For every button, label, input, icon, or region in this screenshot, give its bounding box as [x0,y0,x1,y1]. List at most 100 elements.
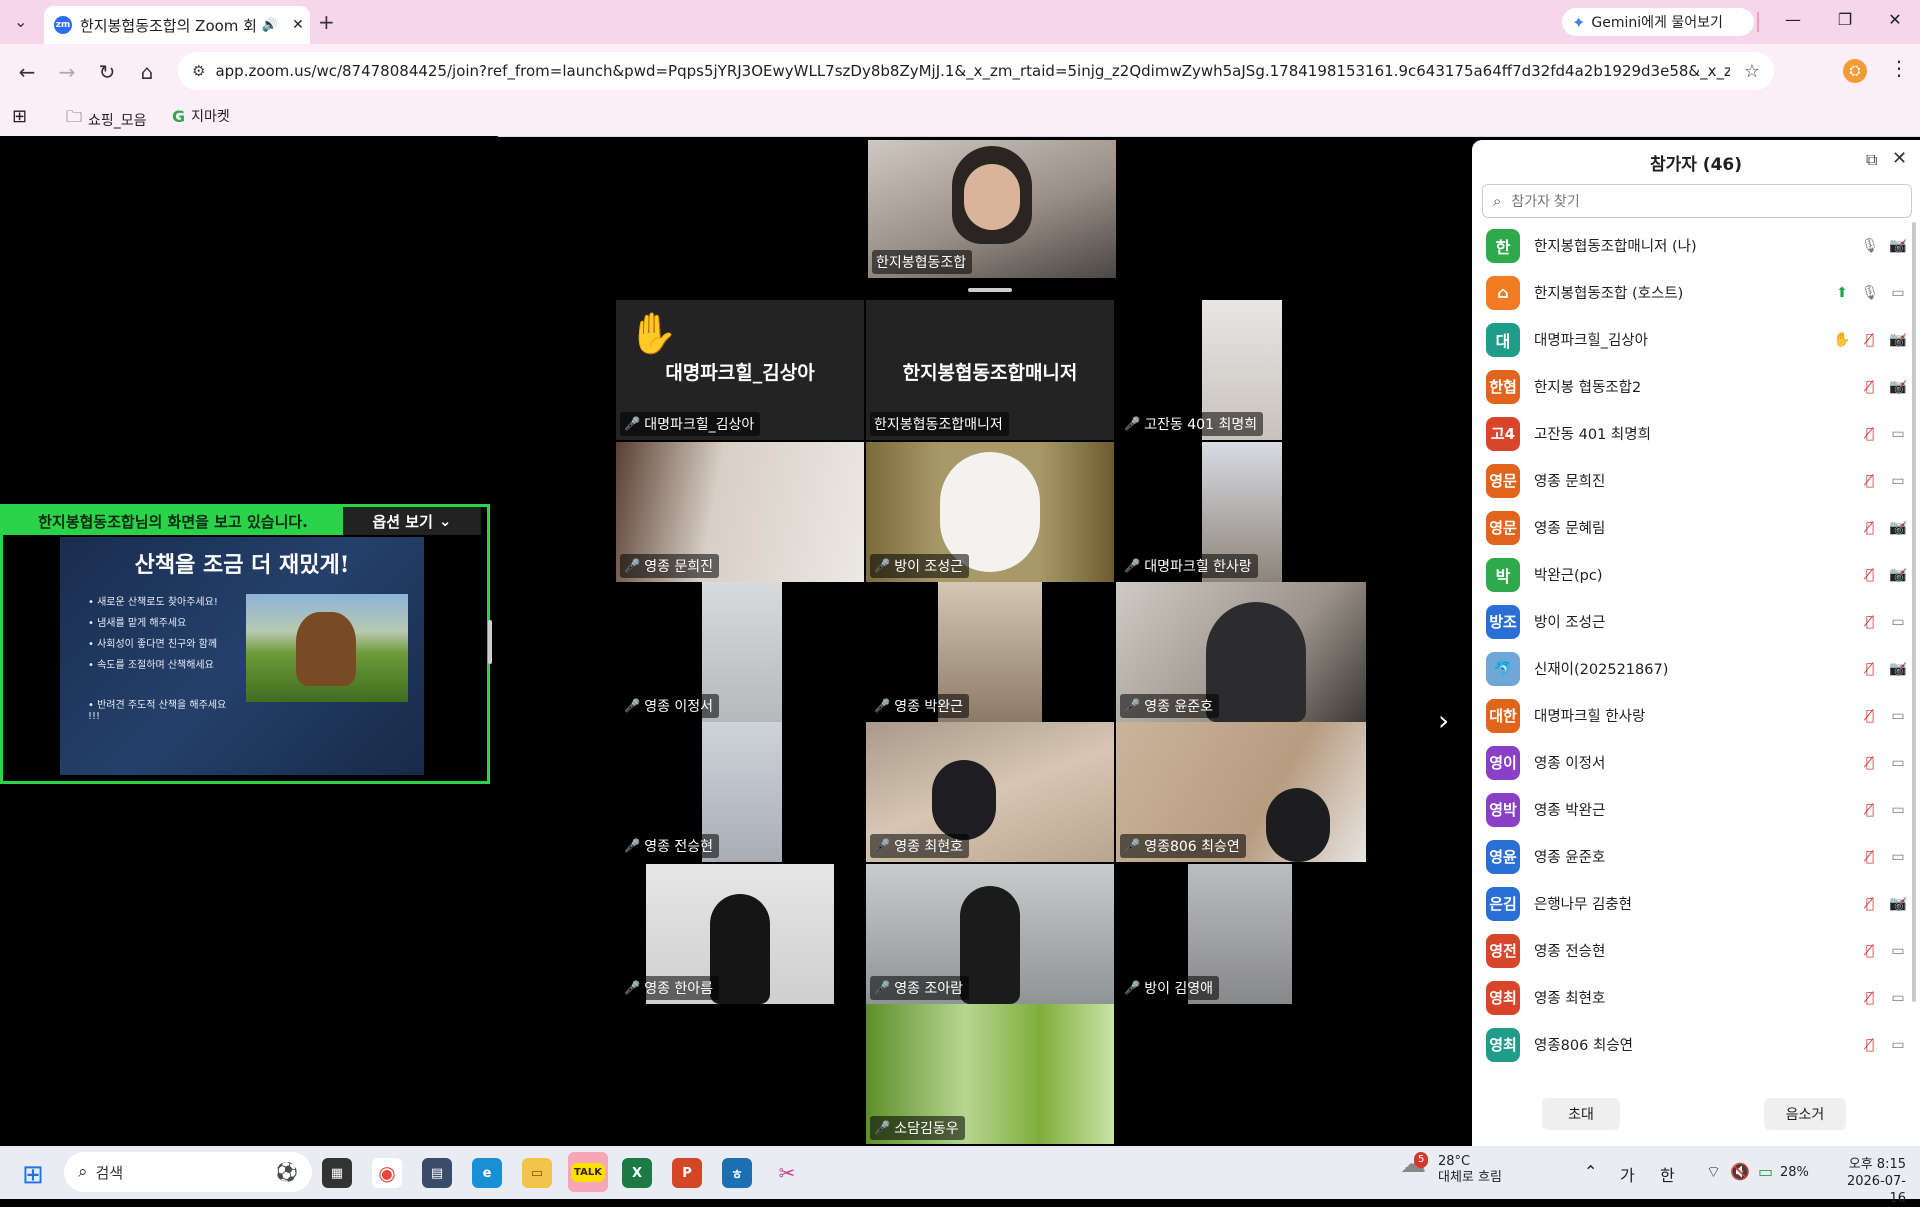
window-close-icon[interactable]: ✕ [1880,10,1910,29]
camera-off-icon[interactable]: 📷̸ [1884,896,1912,912]
menu-icon[interactable]: ⋮ [1884,56,1914,80]
ime-hangul[interactable]: 한 [1660,1162,1675,1186]
camera-off-icon[interactable]: 📷̸ [1884,661,1912,677]
mic-muted-icon[interactable]: 🎙̸ [1856,990,1884,1006]
snipping-tool-icon[interactable]: ✂ [772,1158,802,1188]
apps-grid-icon[interactable]: ⊞ [12,106,27,127]
chrome-icon[interactable]: ◉ [372,1158,402,1188]
participant-row[interactable]: 영윤 영종 윤준호 🎙̸ ▭ [1472,833,1912,880]
participant-row[interactable]: 영최 영종806 최승연 🎙̸ ▭ [1472,1021,1912,1068]
windows-start-icon[interactable]: ⊞ [22,1160,44,1190]
camera-icon[interactable]: ▭ [1884,943,1912,959]
drag-handle[interactable] [968,288,1012,292]
edge-icon[interactable]: e [472,1158,502,1188]
participant-row[interactable]: 영박 영종 박완근 🎙̸ ▭ [1472,786,1912,833]
mic-icon[interactable]: 🎙 [1856,238,1884,254]
pop-out-icon[interactable]: ⧉ [1866,150,1877,170]
camera-icon[interactable]: ▭ [1884,1037,1912,1053]
mic-muted-icon[interactable]: 🎙̸ [1856,755,1884,771]
mic-muted-icon[interactable]: 🎙̸ [1856,614,1884,630]
participant-search-input[interactable] [1509,192,1911,210]
mic-muted-icon[interactable]: 🎙̸ [1856,473,1884,489]
video-tile[interactable]: 🎤 대명파크힐 한사랑 [1116,442,1364,582]
participant-row[interactable]: 고4 고잔동 401 최명희 🎙̸ ▭ [1472,410,1912,457]
video-tile[interactable]: 🎤 영종 문희진 [616,442,864,582]
camera-off-icon[interactable]: 📷̸ [1884,567,1912,583]
bookmark-star-icon[interactable]: ☆ [1744,61,1760,82]
participant-row[interactable]: 영전 영종 전승현 🎙̸ ▭ [1472,927,1912,974]
camera-icon[interactable]: ▭ [1884,426,1912,442]
new-tab-icon[interactable]: + [318,10,335,34]
participant-row[interactable]: 영문 영종 문희진 🎙̸ ▭ [1472,457,1912,504]
participant-row[interactable]: 은김 은행나무 김충현 🎙̸ 📷̸ [1472,880,1912,927]
video-tile[interactable]: 🎤 방이 김영애 [1116,864,1366,1004]
powerpoint-icon[interactable]: P [672,1158,702,1188]
participant-row[interactable]: 🐬 신재이(202521867) 🎙̸ 📷̸ [1472,645,1912,692]
restore-icon[interactable]: ❐ [1830,10,1860,29]
participant-row[interactable]: 대 대명파크힐_김상아 ✋ 🎙̸ 📷̸ [1472,316,1912,363]
close-icon[interactable]: ✕ [1892,148,1907,169]
mic-muted-icon[interactable]: 🎙̸ [1856,943,1884,959]
camera-icon[interactable]: ▭ [1884,802,1912,818]
profile-avatar-icon[interactable]: ⛭ [1843,59,1867,83]
camera-off-icon[interactable]: 📷̸ [1884,238,1912,254]
file-explorer-icon[interactable]: ▭ [522,1158,552,1188]
next-page-chevron-icon[interactable]: › [1438,704,1449,737]
mic-icon[interactable]: 🎙 [1856,285,1884,301]
video-tile[interactable]: 🎤 영종 최현호 [866,722,1114,862]
mic-muted-icon[interactable]: 🎙̸ [1856,896,1884,912]
camera-icon[interactable]: ▭ [1884,285,1912,301]
camera-icon[interactable]: ▭ [1884,755,1912,771]
participant-row[interactable]: 영최 영종 최현호 🎙̸ ▭ [1472,974,1912,1021]
video-tile[interactable]: 🎤 영종806 최승연 [1116,722,1366,862]
camera-off-icon[interactable]: 📷̸ [1884,520,1912,536]
clock[interactable]: 오후 8:15 2026-07-16 [1836,1156,1906,1207]
video-tile[interactable]: 🎤 영종 이정서 [616,582,864,722]
resize-handle[interactable] [488,620,492,664]
mic-muted-icon[interactable]: 🎙̸ [1856,802,1884,818]
camera-icon[interactable]: ▭ [1884,990,1912,1006]
bookmark-gmarket[interactable]: G 지마켓 [172,106,230,126]
participant-row[interactable]: 한협 한지봉 협동조합2 🎙̸ 📷̸ [1472,363,1912,410]
ime-korean[interactable]: 가 [1620,1162,1635,1186]
video-tile[interactable]: 한지봉협동조합매니저 한지봉협동조합매니저 [866,300,1114,440]
tray-overflow-chevron-icon[interactable]: ⌃ [1584,1162,1597,1181]
excel-icon[interactable]: X [622,1158,652,1188]
scrollbar[interactable] [1912,222,1916,1002]
video-tile[interactable]: 🎤 방이 조성근 [866,442,1114,582]
participant-row[interactable]: 방조 방이 조성근 🎙̸ ▭ [1472,598,1912,645]
mic-muted-icon[interactable]: 🎙̸ [1856,849,1884,865]
mic-muted-icon[interactable]: 🎙̸ [1856,1037,1884,1053]
mic-muted-icon[interactable]: 🎙̸ [1856,379,1884,395]
participant-row[interactable]: 영문 영종 문혜림 🎙̸ 📷̸ [1472,504,1912,551]
gemini-button[interactable]: ✦ Gemini에게 물어보기 [1562,8,1754,36]
minimize-icon[interactable]: — [1778,10,1808,29]
task-view-icon[interactable]: ▦ [322,1158,352,1188]
participant-search[interactable]: ⌕ [1482,184,1912,218]
participant-row[interactable]: ⌂ 한지봉협동조합 (호스트) ⬆ 🎙 ▭ [1472,269,1912,316]
mic-muted-icon[interactable]: 🎙̸ [1856,332,1884,348]
video-tile[interactable]: 한지봉협동조합 [868,140,1116,278]
taskbar-search[interactable]: ⌕ 검색 ⚽ [64,1152,312,1192]
video-tile[interactable]: 🎤 소담김동우 [866,1004,1114,1144]
mic-muted-icon[interactable]: 🎙̸ [1856,661,1884,677]
video-tile[interactable]: 🎤 영종 전승현 [616,722,864,862]
app-icon[interactable]: ▤ [422,1158,452,1188]
reload-icon[interactable]: ↻ [92,60,122,84]
back-icon[interactable]: ← [12,60,42,84]
participant-row[interactable]: 한 한지봉협동조합매니저 (나) 🎙 📷̸ [1472,222,1912,269]
invite-button[interactable]: 초대 [1542,1098,1620,1130]
home-icon[interactable]: ⌂ [132,60,162,84]
camera-off-icon[interactable]: 📷̸ [1884,332,1912,348]
site-info-icon[interactable]: ⚙ [192,62,205,80]
participant-row[interactable]: 영이 영종 이정서 🎙̸ ▭ [1472,739,1912,786]
mic-muted-icon[interactable]: 🎙̸ [1856,520,1884,536]
omnibox[interactable]: ⚙ app.zoom.us/wc/87478084425/join?ref_fr… [178,52,1774,90]
camera-icon[interactable]: ▭ [1884,614,1912,630]
participant-row[interactable]: 대한 대명파크힐 한사랑 🎙̸ ▭ [1472,692,1912,739]
mic-muted-icon[interactable]: 🎙̸ [1856,708,1884,724]
participant-row[interactable]: 박 박완근(pc) 🎙̸ 📷̸ [1472,551,1912,598]
tab-search-icon[interactable]: ⌄ [14,12,27,31]
camera-icon[interactable]: ▭ [1884,708,1912,724]
weather-widget[interactable]: ☁ 5 28°C 대체로 흐림 [1400,1151,1502,1186]
